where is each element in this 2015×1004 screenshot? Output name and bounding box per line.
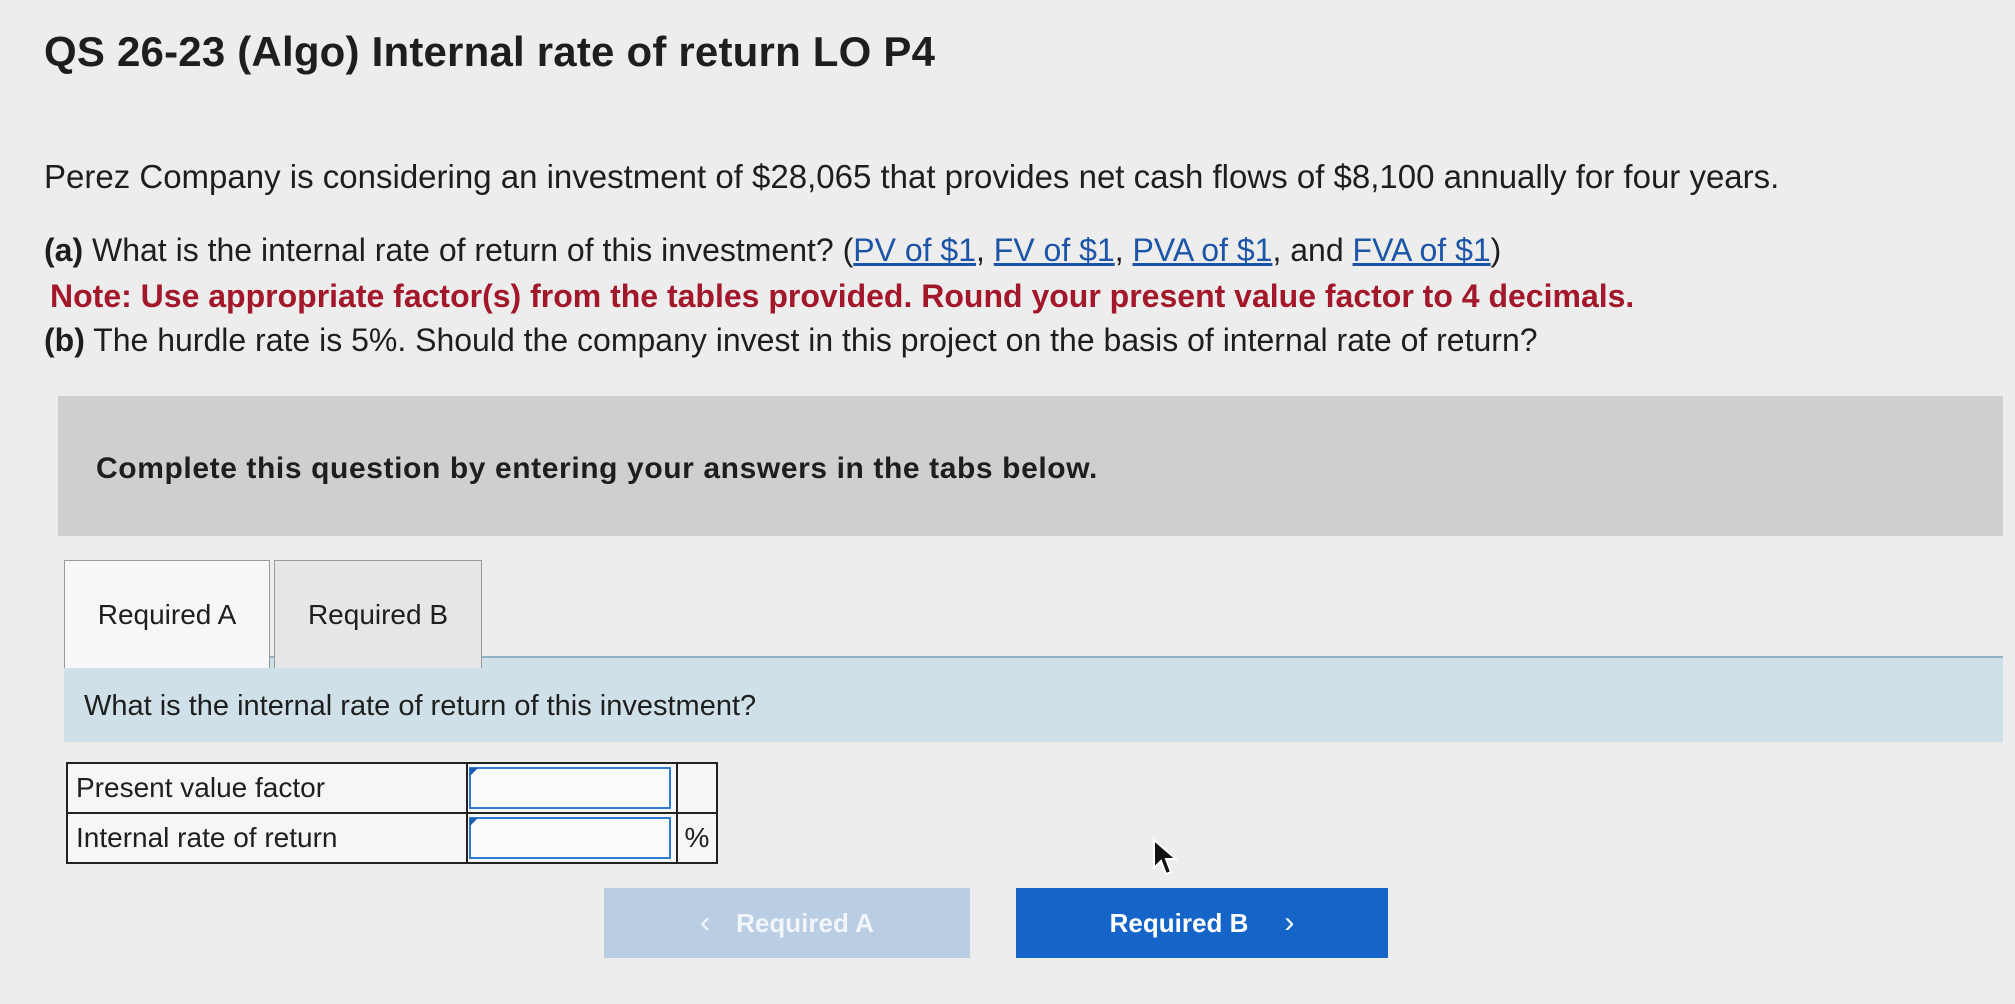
prev-required-a-button[interactable]: ‹ Required A [604, 888, 970, 958]
next-button-label: Required B [1109, 907, 1249, 938]
part-b-text: The hurdle rate is 5%. Should the compan… [93, 322, 1538, 358]
pv-factor-input[interactable] [469, 767, 671, 809]
fva-table-link[interactable]: FVA of $1 [1353, 232, 1491, 268]
tab-required-b-label: Required B [307, 598, 449, 630]
pv-table-link[interactable]: PV of $1 [853, 232, 976, 268]
mouse-cursor-icon [1153, 838, 1179, 876]
chevron-left-icon: ‹ [700, 906, 711, 939]
table-row: Present value factor [66, 762, 718, 814]
tab-required-b[interactable]: Required B [274, 560, 482, 668]
answer-table: Present value factor Internal rate of re… [66, 762, 718, 864]
prev-button-label: Required A [736, 907, 874, 938]
and-text: , and [1272, 232, 1353, 268]
paren-open: ( [842, 232, 854, 268]
tab-required-a-label: Required A [97, 598, 237, 630]
chevron-right-icon: › [1284, 906, 1295, 939]
percent-unit: % [676, 812, 718, 864]
tab-question-text: What is the internal rate of return of t… [84, 690, 757, 722]
pv-factor-unit [676, 762, 718, 814]
rounding-note: Note: Use appropriate factor(s) from the… [50, 278, 1635, 314]
tab-required-a[interactable]: Required A [64, 560, 270, 668]
sep-2: , [1114, 232, 1133, 268]
fv-table-link[interactable]: FV of $1 [994, 232, 1115, 268]
next-required-b-button[interactable]: Required B › [1016, 888, 1388, 958]
part-a-label: (a) [44, 232, 84, 268]
sep-1: , [975, 232, 994, 268]
page-title: QS 26-23 (Algo) Internal rate of return … [44, 28, 936, 75]
instructions-text: Complete this question by entering your … [96, 452, 1098, 485]
paren-close: ) [1490, 232, 1502, 268]
part-b-label: (b) [44, 322, 85, 358]
part-a-text: What is the internal rate of return of t… [92, 232, 834, 268]
part-a-question: (a) What is the internal rate of return … [44, 232, 1501, 269]
problem-statement: Perez Company is considering an investme… [44, 158, 1780, 195]
pva-table-link[interactable]: PVA of $1 [1133, 232, 1273, 268]
irr-input[interactable] [469, 817, 671, 859]
irr-label: Internal rate of return [66, 812, 468, 864]
part-b-question: (b) The hurdle rate is 5%. Should the co… [44, 322, 1538, 359]
table-row: Internal rate of return % [66, 812, 718, 864]
pv-factor-label: Present value factor [66, 762, 468, 814]
